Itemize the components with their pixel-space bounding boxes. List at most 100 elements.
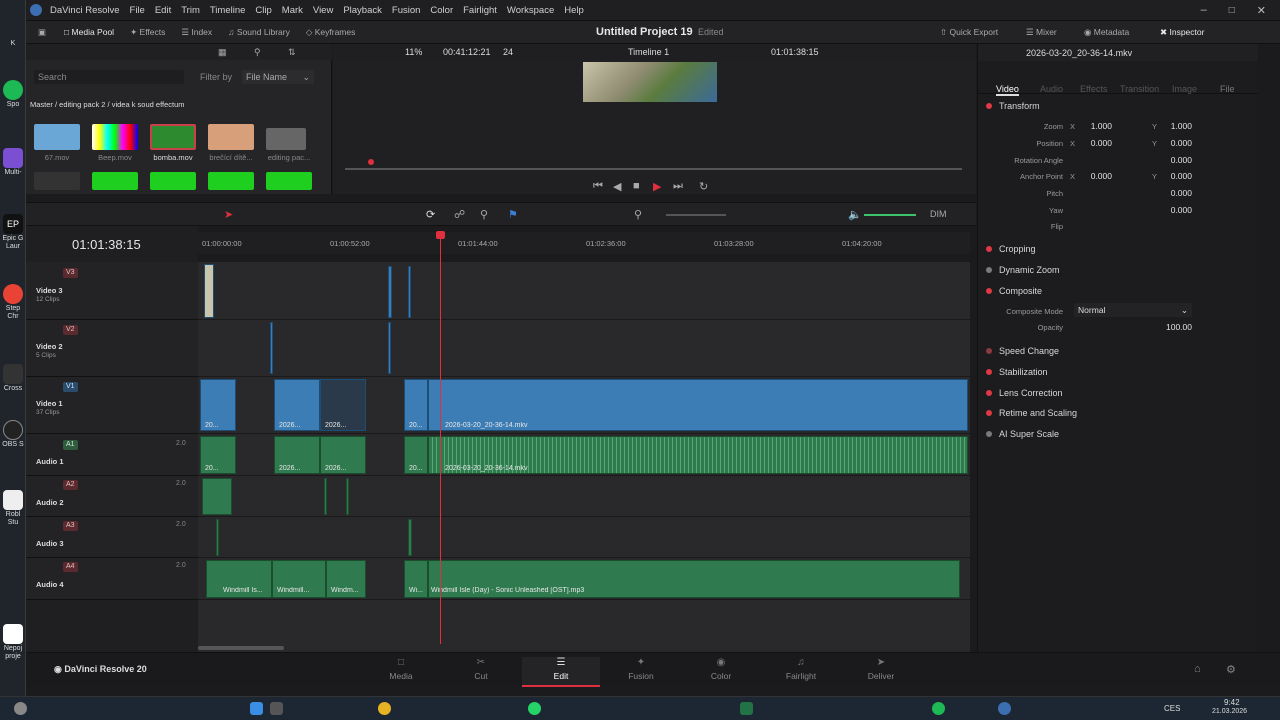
- pitch-field[interactable]: 0.000: [1158, 188, 1192, 198]
- page-fusion[interactable]: ✦ Fusion: [602, 657, 680, 681]
- zoom-search-icon[interactable]: ⚲: [634, 208, 642, 221]
- clock-date[interactable]: 21.03.2026: [1212, 708, 1247, 715]
- anchor-x-field[interactable]: 0.000: [1078, 171, 1112, 181]
- timeline-name[interactable]: Timeline 1: [628, 47, 669, 57]
- audio-clip[interactable]: Windmill Is...: [206, 560, 272, 598]
- play-reverse-icon[interactable]: ◀: [613, 180, 621, 193]
- volume-slider[interactable]: [864, 214, 916, 216]
- audio-clip[interactable]: 20...: [404, 436, 428, 474]
- inspector-button[interactable]: ✖ Inspector: [1160, 27, 1204, 38]
- desktop-icon-spotify[interactable]: Spo: [2, 80, 24, 109]
- pool-clip-thumb[interactable]: [92, 124, 138, 150]
- timeline-scrollbar[interactable]: [198, 646, 284, 650]
- search-icon[interactable]: ⚲: [254, 47, 261, 58]
- effects-button[interactable]: ✦ Effects: [130, 27, 165, 38]
- zoom-y-field[interactable]: 1.000: [1158, 121, 1192, 131]
- track-header-a2[interactable]: A2 2.0 Audio 2: [26, 476, 198, 517]
- loop-icon[interactable]: ↻: [699, 180, 708, 193]
- menu-mark[interactable]: Mark: [282, 5, 303, 16]
- pool-clip-thumb[interactable]: [92, 172, 138, 190]
- mixer-button[interactable]: ☰ Mixer: [1026, 27, 1057, 38]
- page-deliver[interactable]: ➤ Deliver: [842, 657, 920, 681]
- audio-clip[interactable]: 2026...: [274, 436, 320, 474]
- audio-clip[interactable]: Windmill...: [272, 560, 326, 598]
- grid-view-icon[interactable]: ▦: [218, 47, 227, 58]
- audio-clip-main[interactable]: Windmill Isle (Day) - Sonic Unleashed [O…: [428, 560, 960, 598]
- video-clip[interactable]: [408, 266, 411, 318]
- desktop-icon-multi[interactable]: Multi-: [2, 148, 24, 177]
- whatsapp-icon[interactable]: [528, 702, 541, 715]
- section-cropping[interactable]: Cropping: [986, 244, 1036, 254]
- track-header-a1[interactable]: A1 2.0 Audio 1: [26, 434, 198, 476]
- skip-end-icon[interactable]: ⏭: [673, 180, 683, 193]
- flag-icon[interactable]: ⚑: [508, 208, 518, 221]
- desktop-icon[interactable]: K: [2, 40, 24, 48]
- audio-clip[interactable]: [202, 478, 232, 515]
- composite-mode-select[interactable]: Normal ⌄: [1074, 303, 1192, 317]
- lane-a3[interactable]: [198, 517, 970, 558]
- page-fairlight[interactable]: ♫ Fairlight: [762, 657, 840, 681]
- audio-clip[interactable]: Wi...: [404, 560, 428, 598]
- track-header-v1[interactable]: V1 Video 1 37 Clips: [26, 377, 198, 434]
- zoom-slider[interactable]: [666, 214, 726, 216]
- video-clip-main[interactable]: 2026-03-20_20-36-14.mkv: [428, 379, 968, 431]
- desktop-icon-obs[interactable]: OBS S: [2, 420, 24, 449]
- tab-file[interactable]: File: [1220, 84, 1235, 94]
- menu-file[interactable]: File: [130, 5, 145, 16]
- desktop-icon-roblox[interactable]: Robl Stu: [2, 490, 24, 527]
- menu-clip[interactable]: Clip: [255, 5, 271, 16]
- lane-v3[interactable]: [198, 262, 970, 320]
- opacity-field[interactable]: 100.00: [1158, 322, 1192, 332]
- close-icon[interactable]: ✕: [1257, 4, 1266, 17]
- maximize-icon[interactable]: □: [1229, 5, 1235, 16]
- folder-icon[interactable]: [266, 128, 306, 150]
- section-speed-change[interactable]: Speed Change: [986, 346, 1059, 356]
- sort-icon[interactable]: ⇅: [288, 47, 296, 58]
- desktop-icon-chrome[interactable]: Step Chr: [2, 284, 24, 321]
- pool-clip-thumb[interactable]: [34, 172, 80, 190]
- tab-audio[interactable]: Audio: [1040, 84, 1063, 94]
- spotify-icon[interactable]: [932, 702, 945, 715]
- menu-workspace[interactable]: Workspace: [507, 5, 554, 16]
- menu-timeline[interactable]: Timeline: [210, 5, 246, 16]
- section-composite[interactable]: Composite: [986, 286, 1042, 296]
- link-icon[interactable]: ☍: [454, 208, 465, 221]
- menu-fusion[interactable]: Fusion: [392, 5, 421, 16]
- audio-clip[interactable]: Windm...: [326, 560, 366, 598]
- tab-transition[interactable]: Transition: [1120, 84, 1159, 94]
- desktop-icon-project[interactable]: Nepoj proje: [2, 624, 24, 661]
- lock-icon[interactable]: ⚲: [480, 208, 488, 221]
- snapping-icon[interactable]: ⟳: [426, 208, 435, 221]
- track-header-a3[interactable]: A3 2.0 Audio 3: [26, 517, 198, 558]
- resolve-taskbar-icon[interactable]: [998, 702, 1011, 715]
- lane-a1[interactable]: 20... 2026... 2026... 20... 2026-03-20_2…: [198, 434, 970, 476]
- audio-clip[interactable]: [346, 478, 349, 515]
- tab-video[interactable]: Video: [996, 84, 1019, 96]
- audio-clip[interactable]: [216, 519, 219, 556]
- audio-clip[interactable]: 2026...: [320, 436, 366, 474]
- position-y-field[interactable]: 0.000: [1158, 138, 1192, 148]
- stop-icon[interactable]: ■: [633, 180, 640, 192]
- settings-gear-icon[interactable]: ⚙: [1226, 663, 1236, 676]
- metadata-button[interactable]: ◉ Metadata: [1084, 27, 1129, 38]
- playhead-handle[interactable]: [436, 231, 445, 239]
- scrubber-handle[interactable]: [368, 159, 374, 165]
- desktop-icon-epic[interactable]: EP Epic G Laur: [2, 214, 24, 251]
- filter-select[interactable]: File Name ⌄: [242, 70, 314, 84]
- menu-edit[interactable]: Edit: [155, 5, 171, 16]
- lane-v1[interactable]: 20... 2026... 2026... 20... 2026-03-20_2…: [198, 377, 970, 434]
- anchor-y-field[interactable]: 0.000: [1158, 171, 1192, 181]
- menu-view[interactable]: View: [313, 5, 333, 16]
- clock-time[interactable]: 9:42: [1224, 698, 1240, 707]
- track-header-a4[interactable]: A4 2.0 Audio 4: [26, 558, 198, 600]
- section-lens-correction[interactable]: Lens Correction: [986, 388, 1063, 398]
- audio-clip[interactable]: 20...: [200, 436, 236, 474]
- lane-a2[interactable]: [198, 476, 970, 517]
- video-clip[interactable]: 2026...: [320, 379, 366, 431]
- menu-help[interactable]: Help: [564, 5, 584, 16]
- pool-clip-thumb[interactable]: [208, 124, 254, 150]
- position-x-field[interactable]: 0.000: [1078, 138, 1112, 148]
- volume-icon[interactable]: 🔈: [848, 208, 862, 221]
- video-clip[interactable]: 20...: [200, 379, 236, 431]
- home-icon[interactable]: ⌂: [1194, 663, 1201, 675]
